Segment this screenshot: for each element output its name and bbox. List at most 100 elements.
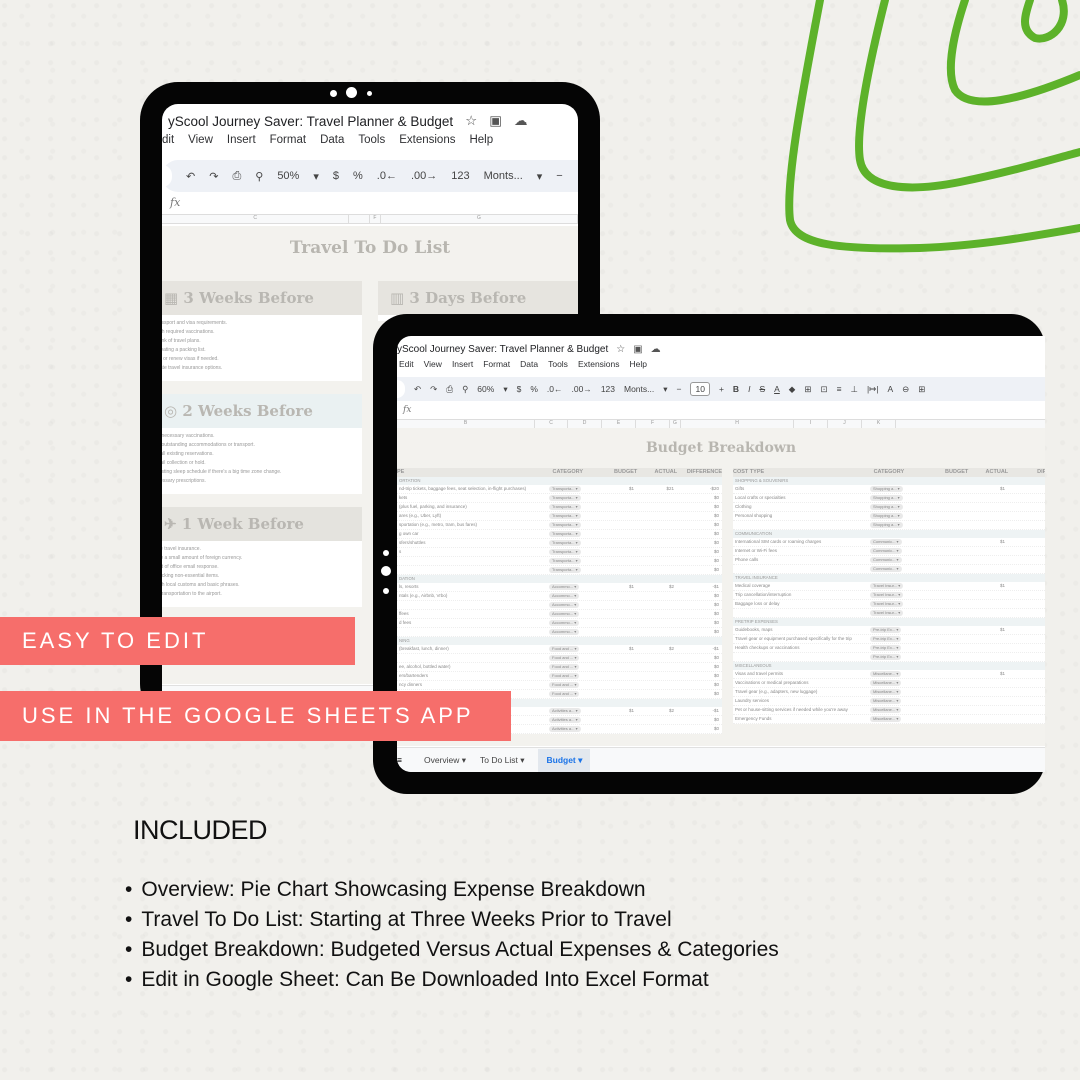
cost-type-cell[interactable] bbox=[397, 566, 549, 574]
cost-type-cell[interactable]: Health checkups or vaccinations bbox=[733, 644, 870, 652]
menu-format[interactable]: Format bbox=[270, 134, 306, 154]
cost-type-cell[interactable]: nd-trip tickets, baggage fees, seat sele… bbox=[397, 485, 549, 493]
cost-type-cell[interactable] bbox=[397, 628, 549, 636]
category-chip[interactable]: Food and ... ▾ bbox=[549, 655, 580, 661]
cost-type-cell[interactable]: Pet or house-sitting services if needed … bbox=[733, 706, 870, 714]
amount-cell[interactable]: $0 bbox=[674, 548, 719, 556]
amount-cell[interactable]: $1 bbox=[965, 626, 1005, 634]
amount-cell[interactable] bbox=[599, 530, 634, 538]
amount-cell[interactable]: $1 bbox=[599, 583, 634, 591]
category-chip[interactable]: Shopping a... ▾ bbox=[870, 513, 903, 519]
amount-cell[interactable] bbox=[1005, 591, 1045, 599]
decrease-decimal-button[interactable]: .0← bbox=[547, 384, 563, 394]
cost-type-cell[interactable]: Trip cancellation/interruption bbox=[733, 591, 870, 599]
amount-cell[interactable] bbox=[1005, 697, 1045, 705]
amount-cell[interactable] bbox=[1005, 494, 1045, 502]
all-sheets-menu-icon[interactable]: ≡ bbox=[397, 755, 402, 765]
amount-cell[interactable] bbox=[599, 503, 634, 511]
tab-budget[interactable]: Budget ▾ bbox=[538, 748, 591, 772]
category-dropdown[interactable]: Food and ... ▾ bbox=[549, 681, 599, 689]
amount-cell[interactable]: $0 bbox=[674, 512, 719, 520]
category-chip[interactable]: Communic... ▾ bbox=[870, 566, 902, 572]
menu-view[interactable]: View bbox=[424, 359, 442, 373]
number-format-button[interactable]: 123 bbox=[601, 384, 615, 394]
category-chip[interactable]: Shopping a... ▾ bbox=[870, 522, 903, 528]
cost-type-cell[interactable] bbox=[397, 654, 549, 662]
amount-cell[interactable] bbox=[965, 679, 1005, 687]
amount-cell[interactable] bbox=[599, 690, 634, 698]
cost-type-cell[interactable]: Laundry services bbox=[733, 697, 870, 705]
redo-icon[interactable]: ↷ bbox=[430, 384, 437, 395]
increase-decimal-button[interactable]: .00→ bbox=[571, 384, 591, 394]
amount-cell[interactable] bbox=[599, 512, 634, 520]
amount-cell[interactable] bbox=[925, 635, 965, 643]
category-dropdown[interactable]: Communic... ▾ bbox=[870, 538, 925, 546]
amount-cell[interactable]: $0 bbox=[674, 503, 719, 511]
amount-cell[interactable] bbox=[634, 610, 674, 618]
amount-cell[interactable] bbox=[1005, 503, 1045, 511]
category-chip[interactable]: Miscellane... ▾ bbox=[870, 716, 902, 722]
category-dropdown[interactable]: Communic... ▾ bbox=[870, 547, 925, 555]
print-icon[interactable]: ⎙ bbox=[232, 170, 241, 183]
amount-cell[interactable] bbox=[634, 663, 674, 671]
category-chip[interactable]: Activities a... ▾ bbox=[549, 717, 581, 723]
category-chip[interactable]: Transporta... ▾ bbox=[549, 540, 581, 546]
amount-cell[interactable] bbox=[634, 592, 674, 600]
cost-type-cell[interactable]: (plus fuel, parking, and insurance) bbox=[397, 503, 549, 511]
amount-cell[interactable] bbox=[1005, 706, 1045, 714]
folder-icon[interactable]: ▣ bbox=[633, 344, 642, 355]
amount-cell[interactable] bbox=[965, 697, 1005, 705]
column-header[interactable]: K bbox=[862, 420, 896, 428]
amount-cell[interactable] bbox=[599, 681, 634, 689]
amount-cell[interactable] bbox=[634, 654, 674, 662]
text-color-button[interactable]: A bbox=[774, 384, 780, 394]
folder-icon[interactable]: ▣ bbox=[489, 113, 502, 129]
cost-type-cell[interactable]: Medical coverage bbox=[733, 582, 870, 590]
category-dropdown[interactable]: Transporta... ▾ bbox=[549, 530, 599, 538]
category-chip[interactable]: Food and ... ▾ bbox=[549, 673, 580, 679]
cost-type-cell[interactable]: Travel gear (e.g., adapters, new luggage… bbox=[733, 688, 870, 696]
todo-item[interactable]: irm transportation to the airport. bbox=[162, 590, 362, 599]
amount-cell[interactable] bbox=[634, 716, 674, 724]
todo-item[interactable]: necessary prescriptions. bbox=[162, 477, 362, 486]
cost-type-cell[interactable]: ffees bbox=[397, 610, 549, 618]
horizontal-align-icon[interactable]: ≡ bbox=[837, 384, 842, 394]
category-dropdown[interactable]: Travel Insur... ▾ bbox=[870, 600, 925, 608]
category-dropdown[interactable]: Pre-trip Ex... ▾ bbox=[870, 644, 925, 652]
amount-cell[interactable] bbox=[965, 521, 1005, 529]
category-dropdown[interactable]: Transporta... ▾ bbox=[549, 557, 599, 565]
category-chip[interactable]: Miscellane... ▾ bbox=[870, 689, 902, 695]
category-chip[interactable]: Accommo... ▾ bbox=[549, 602, 580, 608]
amount-cell[interactable] bbox=[925, 653, 965, 661]
amount-cell[interactable] bbox=[599, 539, 634, 547]
cost-type-cell[interactable]: Travel gear or equipment purchased speci… bbox=[733, 635, 870, 643]
category-chip[interactable]: Communic... ▾ bbox=[870, 539, 902, 545]
formula-bar[interactable]: fx bbox=[397, 401, 1045, 420]
amount-cell[interactable] bbox=[634, 557, 674, 565]
category-chip[interactable]: Transporta... ▾ bbox=[549, 513, 581, 519]
category-chip[interactable]: Travel Insur... ▾ bbox=[870, 583, 904, 589]
amount-cell[interactable] bbox=[925, 644, 965, 652]
amount-cell[interactable] bbox=[965, 547, 1005, 555]
column-header[interactable]: F bbox=[370, 215, 381, 223]
amount-cell[interactable] bbox=[925, 697, 965, 705]
font-size-decrease-button[interactable]: − bbox=[677, 384, 682, 394]
amount-cell[interactable] bbox=[925, 512, 965, 520]
amount-cell[interactable] bbox=[634, 521, 674, 529]
amount-cell[interactable]: -$1 bbox=[674, 707, 719, 715]
amount-cell[interactable] bbox=[599, 557, 634, 565]
category-dropdown[interactable]: Shopping a... ▾ bbox=[870, 512, 925, 520]
doc-title[interactable]: yScool Journey Saver: Travel Planner & B… bbox=[168, 114, 453, 129]
amount-cell[interactable] bbox=[965, 600, 1005, 608]
category-chip[interactable]: Travel Insur... ▾ bbox=[870, 592, 904, 598]
amount-cell[interactable]: $2 bbox=[634, 645, 674, 653]
column-header[interactable] bbox=[349, 215, 370, 223]
category-chip[interactable]: Miscellane... ▾ bbox=[870, 707, 902, 713]
menu-edit[interactable]: dit bbox=[162, 134, 174, 154]
amount-cell[interactable] bbox=[1005, 565, 1045, 573]
todo-item[interactable]: ange a small amount of foreign currency. bbox=[162, 554, 362, 563]
category-chip[interactable]: Communic... ▾ bbox=[870, 557, 902, 563]
category-chip[interactable]: Transporta... ▾ bbox=[549, 495, 581, 501]
category-dropdown[interactable]: Food and ... ▾ bbox=[549, 663, 599, 671]
star-icon[interactable]: ☆ bbox=[465, 113, 477, 129]
